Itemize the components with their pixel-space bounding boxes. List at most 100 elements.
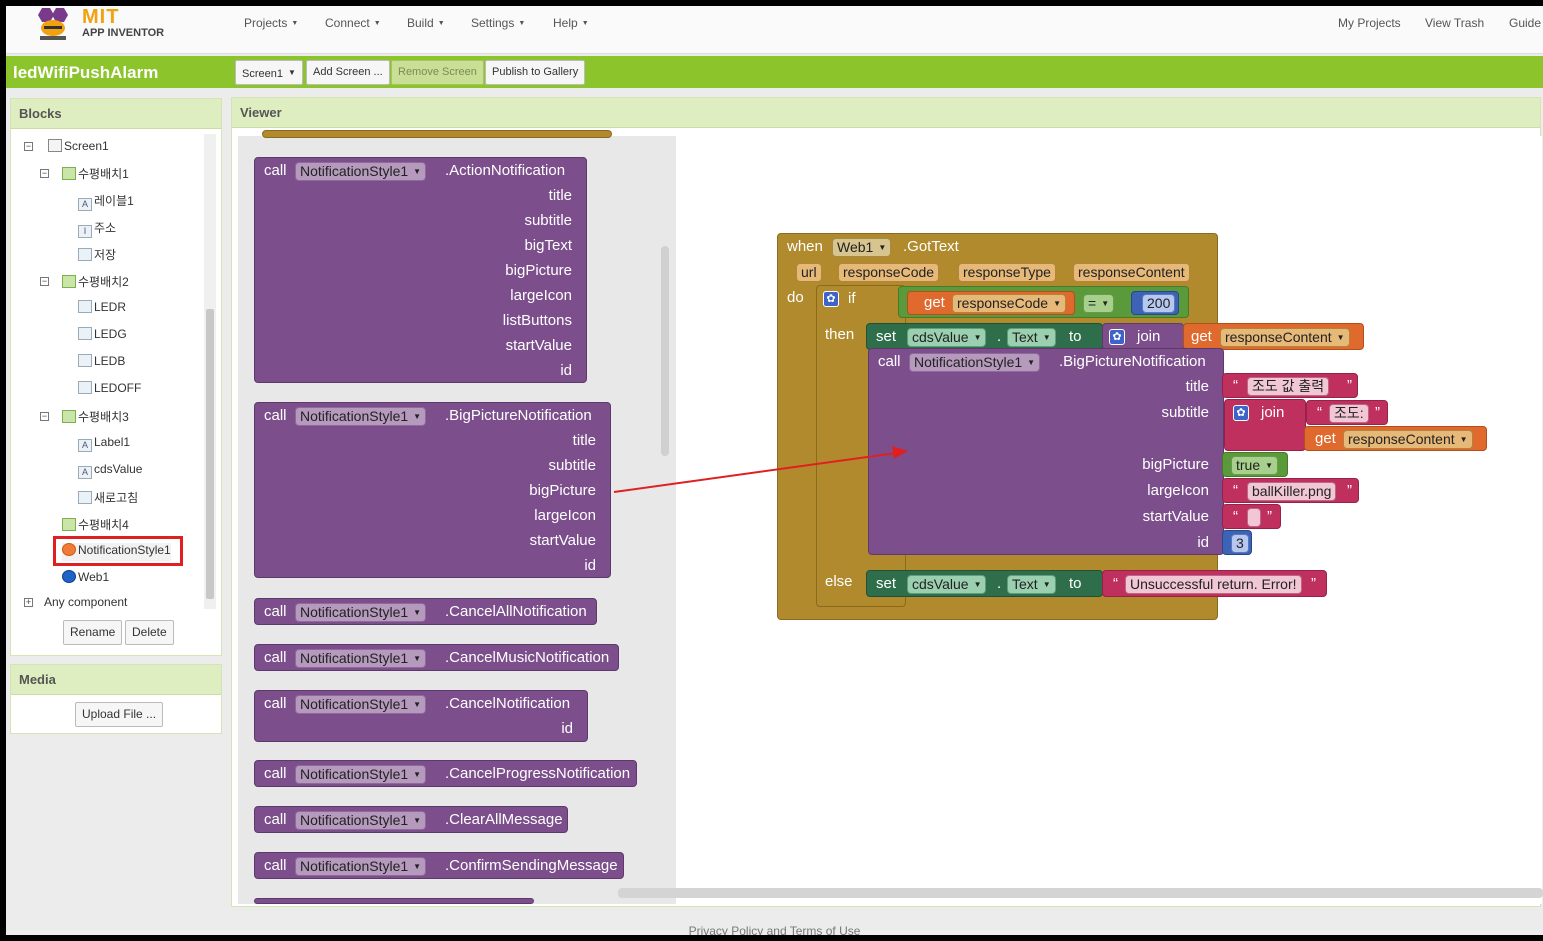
media-panel: Media Upload File ... (10, 664, 222, 734)
top-navbar: MIT APP INVENTOR Projects ▼ Connect ▼ Buil… (6, 6, 1543, 54)
menu-help[interactable]: Help ▼ (553, 16, 589, 30)
number-200[interactable]: 200 (1131, 291, 1179, 315)
screen-select[interactable]: Screen1 ▼ (235, 60, 303, 85)
web-icon (62, 570, 76, 583)
chevron-down-icon: ▼ (373, 20, 381, 27)
get-response-content[interactable]: get responseContent ▼ (1183, 323, 1364, 350)
button-icon (78, 300, 92, 313)
set-cdsvalue-text-else[interactable]: set cdsValue ▼ . Text ▼ to (866, 570, 1103, 597)
logo-subtitle: APP INVENTOR (82, 27, 165, 39)
button-icon (78, 354, 92, 367)
viewer-title: Viewer (232, 98, 1540, 128)
flyout-block-action-notification[interactable]: call NotificationStyle1 ▼ .ActionNotifica… (254, 157, 587, 383)
collapse-toggle-icon[interactable]: − (40, 277, 49, 286)
flyout-block-cancel-progress-notification[interactable]: call NotificationStyle1 ▼ .CancelProgress… (254, 760, 637, 787)
collapse-toggle-icon[interactable]: − (40, 412, 49, 421)
join-block[interactable]: ✿ join (1102, 323, 1184, 350)
get-response-code[interactable]: get responseCode ▼ (907, 291, 1075, 315)
tree-item-horizontal3[interactable]: 수평배치3 (62, 408, 129, 426)
label-icon: A (78, 439, 92, 452)
tree-item-refresh[interactable]: 새로고침 (78, 489, 138, 507)
tree-item-horizontal2[interactable]: 수평배치2 (62, 273, 129, 291)
chevron-down-icon: ▼ (518, 20, 526, 27)
flyout-block-confirm-sending-message[interactable]: call NotificationStyle1 ▼ .ConfirmSending… (254, 852, 624, 879)
button-icon (78, 248, 92, 261)
bee-logo-icon (38, 8, 68, 40)
text-error-message[interactable]: “ Unsuccessful return. Error! ” (1102, 570, 1327, 597)
horizontal-arrangement-icon (62, 518, 76, 531)
text-title-arg[interactable]: “ 조도 값 출력 ” (1222, 373, 1358, 398)
screen-icon (48, 139, 62, 152)
upload-file-button[interactable]: Upload File ... (75, 702, 164, 727)
delete-button[interactable]: Delete (125, 620, 174, 645)
flyout-block-partial[interactable] (254, 898, 534, 904)
workspace-scrollbar[interactable] (618, 888, 1543, 898)
rename-button[interactable]: Rename (63, 620, 123, 645)
tree-scrollbar-thumb[interactable] (206, 309, 214, 599)
set-cdsvalue-text-block[interactable]: set cdsValue ▼ . Text ▼ to (866, 323, 1103, 350)
join-subtitle-arg[interactable]: ✿ join (1224, 399, 1306, 451)
horizontal-arrangement-icon (62, 167, 76, 180)
flyout-scrollbar[interactable] (661, 246, 669, 456)
link-view-trash[interactable]: View Trash (1425, 16, 1484, 30)
flyout-block-cancel-music-notification[interactable]: call NotificationStyle1 ▼ .CancelMusicNot… (254, 644, 619, 671)
tree-item-ledg[interactable]: LEDG (78, 327, 127, 345)
mutator-gear-icon: ✿ (1109, 329, 1125, 345)
tree-item-screen1[interactable]: Screen1 (48, 139, 109, 157)
tree-item-ledb[interactable]: LEDB (78, 354, 125, 372)
text-startvalue-arg[interactable]: “ ” (1222, 504, 1281, 529)
publish-gallery-button[interactable]: Publish to Gallery (485, 60, 586, 85)
flyout-block-clear-all-message[interactable]: call NotificationStyle1 ▼ .ClearAllMessag… (254, 806, 568, 833)
tree-item-web1[interactable]: Web1 (62, 570, 109, 588)
call-bigpicture-notification[interactable]: call NotificationStyle1 ▼ .BigPictureNoti… (868, 348, 1224, 555)
horizontal-arrangement-icon (62, 410, 76, 423)
text-largeicon-arg[interactable]: “ ballKiller.png ” (1222, 478, 1359, 503)
expand-toggle-icon[interactable]: + (24, 598, 33, 607)
mutator-gear-icon: ✿ (1233, 405, 1249, 421)
remove-screen-button[interactable]: Remove Screen (391, 60, 484, 85)
tree-item-ledoff[interactable]: LEDOFF (78, 381, 141, 399)
link-my-projects[interactable]: My Projects (1338, 16, 1401, 30)
link-guide[interactable]: Guide (1509, 16, 1541, 30)
get-response-content[interactable]: get responseContent ▼ (1304, 426, 1487, 451)
tree-item-ledr[interactable]: LEDR (78, 300, 126, 318)
app-inventor-logo[interactable]: MIT APP INVENTOR (32, 6, 182, 50)
flyout-block-cancel-notification[interactable]: call NotificationStyle1 ▼ .CancelNotifica… (254, 690, 588, 742)
textbox-icon: I (78, 225, 92, 238)
tree-item-button[interactable]: 저장 (78, 246, 116, 264)
menu-build[interactable]: Build ▼ (407, 16, 445, 30)
tree-item-textbox[interactable]: I 주소 (78, 219, 116, 238)
add-screen-button[interactable]: Add Screen ... (306, 60, 390, 85)
tree-item-horizontal4[interactable]: 수평배치4 (62, 516, 129, 534)
collapse-toggle-icon[interactable]: − (40, 169, 49, 178)
text-subtitle-part[interactable]: “ 조도: ” (1306, 400, 1388, 425)
tree-item-label1[interactable]: A Label1 (78, 435, 130, 453)
tree-item-label[interactable]: A 레이블1 (78, 192, 134, 211)
tree-item-any-component[interactable]: Any component (44, 595, 127, 613)
blocks-panel-title: Blocks (11, 99, 221, 129)
menu-connect[interactable]: Connect ▼ (325, 16, 381, 30)
boolean-true-arg[interactable]: true ▼ (1222, 452, 1288, 477)
number-id-arg[interactable]: 3 (1222, 530, 1252, 555)
tree-item-horizontal1[interactable]: 수평배치1 (62, 165, 129, 183)
label-icon: A (78, 198, 92, 211)
app-frame: MIT APP INVENTOR Projects ▼ Connect ▼ Buil… (6, 6, 1543, 935)
menu-projects[interactable]: Projects ▼ (244, 16, 298, 30)
label-icon: A (78, 466, 92, 479)
button-icon (78, 491, 92, 504)
chevron-down-icon: ▼ (581, 20, 589, 27)
chevron-down-icon: ▼ (437, 20, 445, 27)
logo-mit-text: MIT (82, 6, 120, 28)
menu-settings[interactable]: Settings ▼ (471, 16, 525, 30)
button-icon (78, 327, 92, 340)
footer-privacy-link[interactable]: Privacy Policy and Terms of Use (6, 918, 1543, 935)
collapse-toggle-icon[interactable]: − (24, 142, 33, 151)
tree-item-cdsvalue[interactable]: AcdsValue (78, 462, 142, 480)
media-panel-title: Media (11, 665, 221, 695)
flyout-block-cancel-all-notification[interactable]: call NotificationStyle1 ▼ .CancelAllNotif… (254, 598, 597, 625)
compare-block[interactable]: get responseCode ▼ = ▼ 200 (898, 286, 1189, 318)
flyout-block-bigpicture-notification[interactable]: call NotificationStyle1 ▼ .BigPictureNoti… (254, 402, 611, 578)
project-toolbar: ledWifiPushAlarm Screen1 ▼ Add Screen ...… (6, 56, 1543, 88)
project-name: ledWifiPushAlarm (13, 63, 159, 82)
flyout-block-partial[interactable] (262, 130, 612, 138)
